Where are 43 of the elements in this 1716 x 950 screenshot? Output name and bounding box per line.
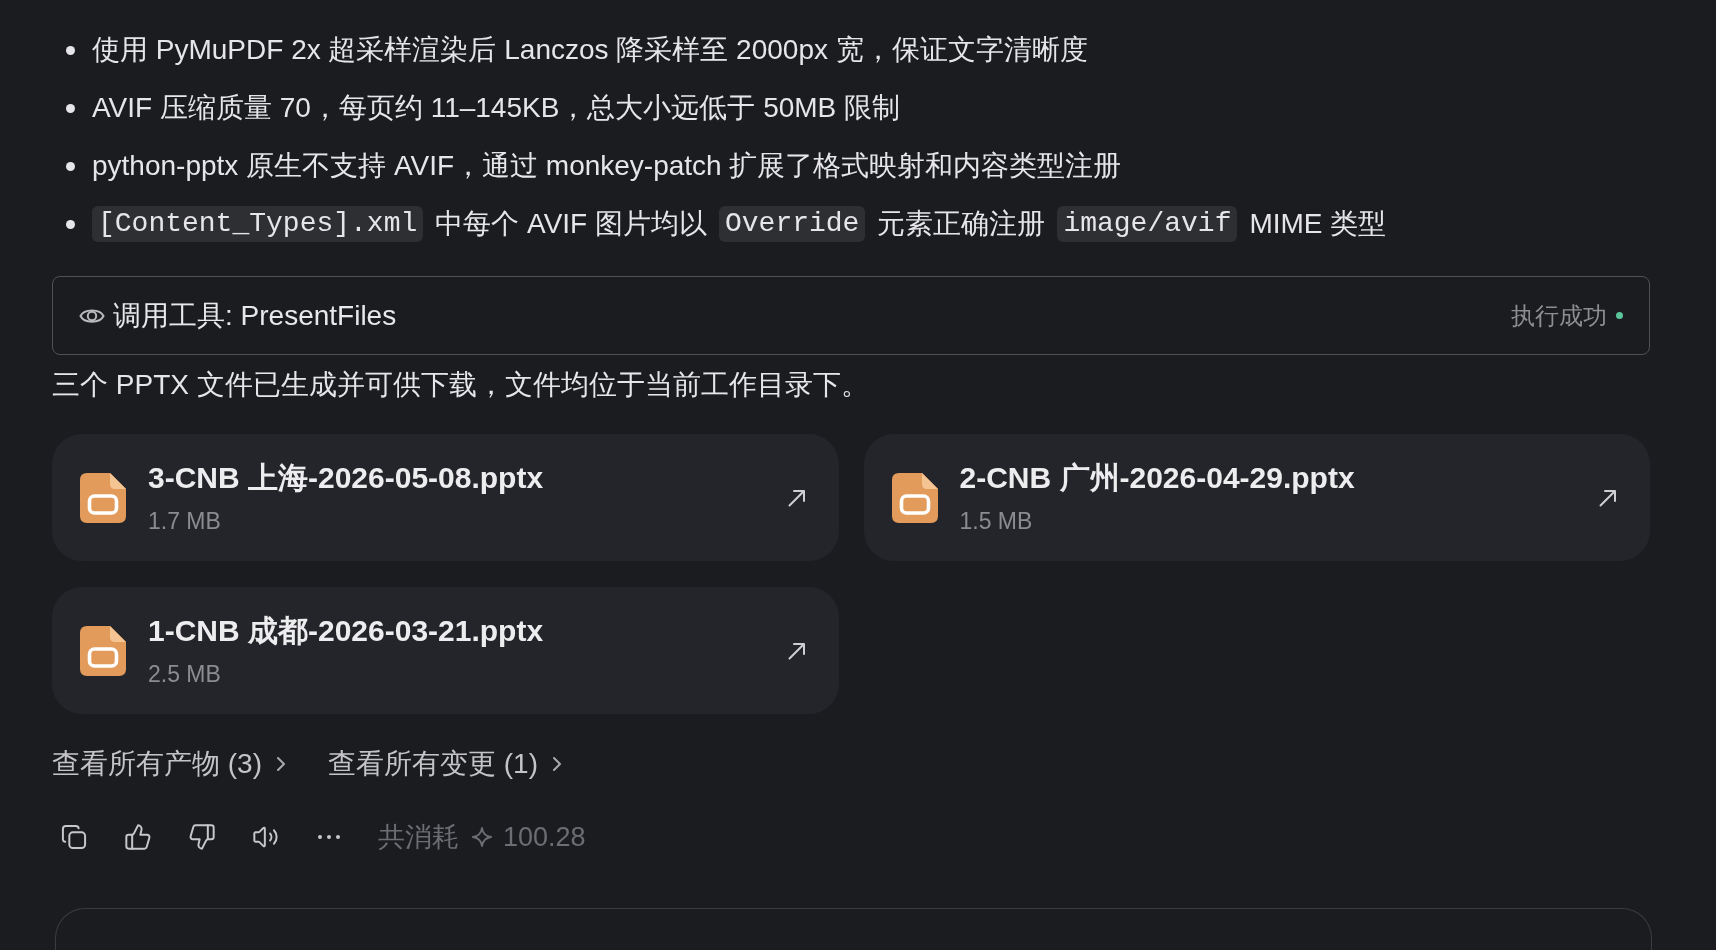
- bullet-text: MIME 类型: [1249, 207, 1387, 241]
- bullet-text: AVIF 压缩质量 70，每页约 11–145KB，总大小远低于 50MB 限制: [92, 91, 901, 125]
- view-all-link[interactable]: 查看所有变更 (1): [328, 743, 562, 785]
- thumbs-down-icon[interactable]: [188, 823, 216, 851]
- thumbs-up-icon[interactable]: [124, 823, 152, 851]
- tool-call-label: 调用工具: PresentFiles: [113, 298, 397, 333]
- presentation-file-icon: [80, 472, 126, 523]
- file-card[interactable]: 1-CNB 成都-2026-03-21.pptx 2.5 MB: [52, 587, 839, 714]
- presentation-file-icon: [80, 625, 126, 676]
- bullet-icon: [66, 45, 75, 55]
- bullet-icon: [66, 161, 75, 171]
- chevron-icon: [276, 756, 286, 772]
- arrow-icon: [1598, 487, 1618, 508]
- inline-code: Override: [719, 206, 866, 242]
- bullet-text: python-pptx 原生不支持 AVIF，通过 monkey-patch 扩展了格式映射和内容类型注册: [92, 149, 1122, 183]
- bullet-icon: [66, 219, 75, 229]
- file-name: 1-CNB 成都-2026-03-21.pptx: [148, 612, 545, 649]
- copy-icon[interactable]: [60, 823, 88, 851]
- file-size: 1.7 MB: [148, 506, 222, 536]
- chevron-icon: [552, 756, 562, 772]
- cost-value: 100.28: [503, 821, 586, 854]
- file-card[interactable]: 2-CNB 广州-2026-04-29.pptx 1.5 MB: [863, 434, 1650, 561]
- inline-code: [Content_Types].xml: [92, 206, 424, 242]
- arrow-icon: [786, 487, 807, 508]
- arrow-icon: [786, 640, 807, 661]
- file-size: 2.5 MB: [148, 659, 222, 689]
- file-size: 1.5 MB: [959, 506, 1034, 536]
- inline-code: image/avif: [1057, 206, 1238, 242]
- file-name: 3-CNB 上海-2026-05-08.pptx: [148, 459, 545, 496]
- sparkle-icon: [471, 826, 493, 848]
- file-card[interactable]: 3-CNB 上海-2026-05-08.pptx 1.7 MB: [52, 434, 839, 561]
- presentation-file-icon: [891, 472, 938, 523]
- bullet-text: 中每个 AVIF 图片均以: [435, 207, 707, 241]
- message-text: 三个 PPTX 文件已生成并可供下载，文件均位于当前工作目录下。: [52, 368, 870, 402]
- view-all-link[interactable]: 查看所有产物 (3): [52, 743, 286, 785]
- status-text: 执行成功: [1511, 300, 1607, 331]
- bullet-text: 使用 PyMuPDF 2x 超采样渲染后 Lanczos 降采样至 2000px 宽，保证文字清晰度: [92, 33, 1088, 67]
- bullet-icon: [66, 103, 75, 113]
- bullet-text: 元素正确注册: [877, 207, 1046, 241]
- file-name: 2-CNB 广州-2026-04-29.pptx: [959, 459, 1356, 496]
- cost-label: 共消耗: [378, 821, 459, 854]
- more-icon[interactable]: [316, 834, 342, 840]
- message-input[interactable]: [55, 908, 1652, 950]
